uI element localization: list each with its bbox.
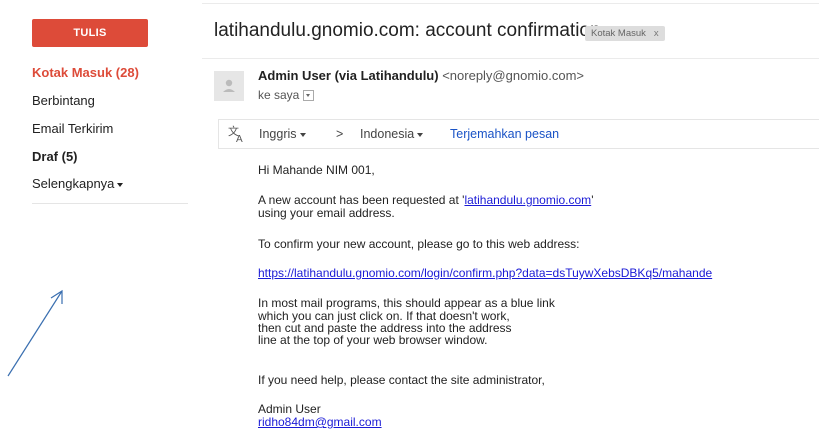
label-chip-text: Kotak Masuk: [591, 28, 646, 39]
label-remove-button[interactable]: x: [654, 28, 659, 39]
confirm-account-link[interactable]: https://latihandulu.gnomio.com/login/con…: [258, 266, 712, 280]
person-icon: [223, 79, 235, 92]
label-chip-inbox[interactable]: Kotak Masuk x: [585, 26, 665, 41]
translate-bar: 文 A Inggris > Indonesia Terjemahkan pesa…: [218, 119, 819, 149]
sidebar-item-starred[interactable]: Berbintang: [32, 93, 95, 108]
target-language-label: Indonesia: [360, 127, 415, 141]
translate-icon: 文 A: [228, 124, 243, 144]
sender-line: Admin User (via Latihandulu) <noreply@gn…: [258, 68, 584, 83]
sidebar-item-inbox[interactable]: Kotak Masuk (28): [32, 65, 139, 80]
compose-button[interactable]: TULIS: [32, 19, 148, 47]
sender-name[interactable]: Admin User (via Latihandulu): [258, 68, 439, 83]
source-language-label: Inggris: [259, 127, 297, 141]
paragraph-2: To confirm your new account, please go t…: [258, 237, 580, 251]
recipient-line: ke saya: [258, 88, 315, 102]
paragraph-4: If you need help, please contact the sit…: [258, 373, 545, 387]
top-divider: [202, 3, 819, 4]
paragraph-1-quote: ': [591, 193, 594, 207]
signature-email-line: ridho84dm@gmail.com: [258, 416, 382, 429]
confirm-link-line: https://latihandulu.gnomio.com/login/con…: [258, 267, 712, 280]
avatar: [214, 71, 244, 101]
signature-email-link[interactable]: ridho84dm@gmail.com: [258, 415, 382, 429]
sidebar-item-drafts[interactable]: Draf (5): [32, 149, 78, 164]
paragraph-1-line2: using your email address.: [258, 206, 395, 220]
sidebar-item-more[interactable]: Selengkapnya: [32, 176, 124, 191]
source-language-dropdown[interactable]: Inggris: [259, 127, 306, 141]
target-language-dropdown[interactable]: Indonesia: [360, 127, 424, 141]
paragraph-3-line4: line at the top of your web browser wind…: [258, 333, 488, 347]
site-link[interactable]: latihandulu.gnomio.com: [464, 193, 591, 207]
paragraph-1-text: A new account has been requested at ': [258, 193, 465, 207]
greeting: Hi Mahande NIM 001,: [258, 163, 375, 177]
sidebar-item-sent[interactable]: Email Terkirim: [32, 121, 113, 136]
recipient-details-dropdown-icon[interactable]: [303, 89, 315, 101]
sender-email: <noreply@gnomio.com>: [442, 68, 585, 83]
svg-text:A: A: [236, 134, 243, 144]
chevron-down-icon: [299, 132, 306, 137]
chevron-down-icon: [417, 132, 424, 137]
email-subject: latihandulu.gnomio.com: account confirma…: [214, 20, 601, 41]
translate-message-link[interactable]: Terjemahkan pesan: [450, 127, 559, 141]
sidebar-item-more-label: Selengkapnya: [32, 176, 115, 191]
translate-arrow-icon: >: [336, 127, 344, 141]
sidebar-divider: [32, 203, 188, 204]
recipient-text: ke saya: [258, 88, 300, 102]
chevron-down-icon: [117, 182, 124, 187]
subject-divider: [202, 58, 819, 59]
